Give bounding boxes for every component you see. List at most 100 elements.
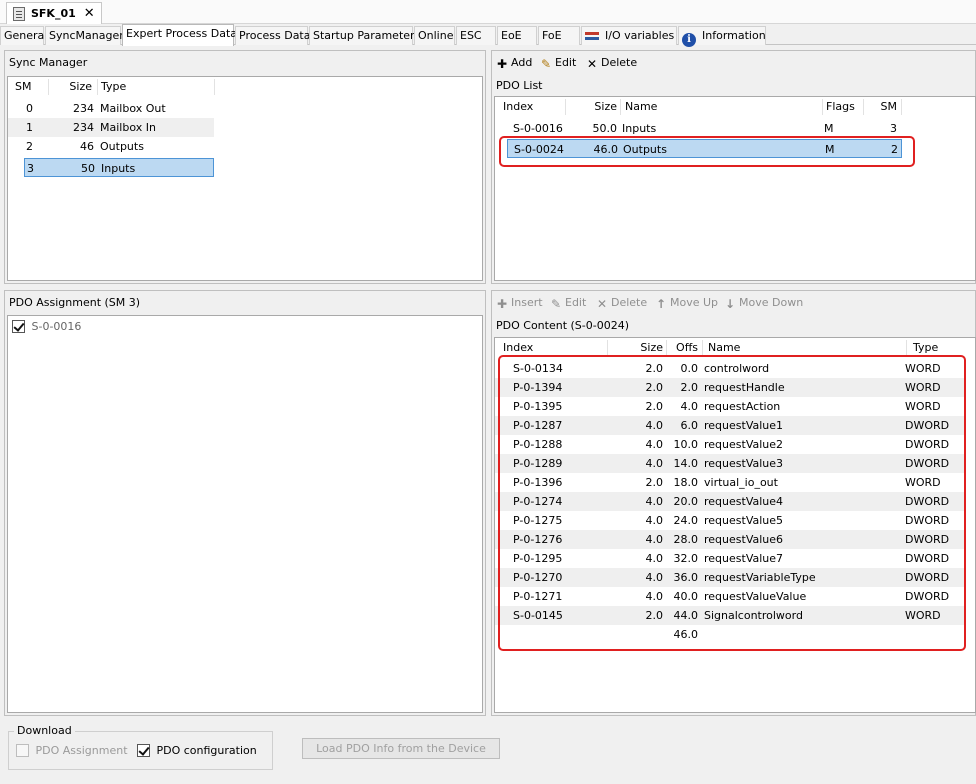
table-row[interactable]: P-0-1276 4.0 28.0 requestValue6 DWORD (495, 530, 965, 549)
table-row[interactable]: P-0-1274 4.0 20.0 requestValue4 DWORD (495, 492, 965, 511)
delete-button[interactable]: ✕ Delete (586, 54, 637, 72)
cell-offs: 14.0 (673, 457, 699, 470)
cell-name: requestValue5 (704, 514, 784, 527)
table-row[interactable]: P-0-1288 4.0 10.0 requestValue2 DWORD (495, 435, 965, 454)
column-divider (863, 99, 864, 115)
cell-type: DWORD (905, 419, 950, 432)
pdo-list[interactable]: Index Size Name Flags SM S-0-0016 50.0 I… (494, 96, 976, 281)
sync-manager-panel: Sync Manager SM Size Type 0 234 Mailbox … (4, 50, 486, 284)
table-row[interactable]: P-0-1295 4.0 32.0 requestValue7 DWORD (495, 549, 965, 568)
column-header-offs[interactable]: Offs (667, 338, 698, 358)
cell-index: P-0-1276 (513, 533, 563, 546)
cell-name: Signalcontrolword (704, 609, 803, 622)
edit-button[interactable]: ✎ Edit (540, 54, 576, 72)
tab-label: Process Data (239, 29, 311, 42)
tab-eoe[interactable]: EoE (497, 26, 537, 45)
column-header-size[interactable]: Size (610, 338, 663, 358)
cell-offs: 6.0 (680, 419, 699, 432)
delete-button[interactable]: ✕ Delete (596, 294, 647, 312)
table-row[interactable]: 0 234 Mailbox Out (8, 99, 214, 118)
column-divider (214, 79, 215, 95)
table-row[interactable]: P-0-1396 2.0 18.0 virtual_io_out WORD (495, 473, 965, 492)
cell-index: P-0-1274 (513, 495, 563, 508)
column-header-sm[interactable]: SM (867, 97, 897, 117)
column-header-name[interactable]: Name (708, 338, 858, 358)
cell-type: DWORD (905, 571, 950, 584)
insert-button[interactable]: ✚ Insert (496, 294, 543, 312)
table-row[interactable]: P-0-1275 4.0 24.0 requestValue5 DWORD (495, 511, 965, 530)
table-row[interactable]: S-0-0145 2.0 44.0 Signalcontrolword WORD (495, 606, 965, 625)
list-item[interactable]: S-0-0016 (12, 317, 312, 336)
column-header-size[interactable]: Size (50, 77, 92, 97)
table-row-selected[interactable]: S-0-0024 46.0 Outputs M 2 (507, 139, 902, 158)
table-row[interactable]: S-0-0134 2.0 0.0 controlword WORD (495, 359, 965, 378)
pdo-assignment-checkbox[interactable] (16, 744, 29, 757)
add-button[interactable]: ✚ Add (496, 54, 532, 72)
cell-name: requestValue2 (704, 438, 784, 451)
column-header-size[interactable]: Size (567, 97, 617, 117)
document-tab[interactable]: SFK_01 ✕ (6, 2, 102, 24)
tab-online[interactable]: Online (414, 26, 455, 45)
table-row[interactable]: P-0-1271 4.0 40.0 requestValueValue DWORD (495, 587, 965, 606)
column-divider (620, 99, 621, 115)
table-row[interactable]: 2 46 Outputs (8, 137, 214, 156)
table-row[interactable]: P-0-1394 2.0 2.0 requestHandle WORD (495, 378, 965, 397)
cell-offs: 32.0 (673, 552, 699, 565)
table-row[interactable]: 1 234 Mailbox In (8, 118, 214, 137)
panel-title: Sync Manager (9, 56, 88, 69)
cell-index: P-0-1289 (513, 457, 563, 470)
cell-size: 50.0 (592, 122, 618, 135)
tab-startup-parameters[interactable]: Startup Parameters (309, 26, 420, 45)
cell-offs: 4.0 (680, 400, 699, 413)
close-icon[interactable]: ✕ (84, 6, 95, 21)
cell-size: 4.0 (645, 438, 664, 451)
tab-label: General (4, 29, 48, 42)
info-icon: i (682, 33, 696, 47)
table-row[interactable]: P-0-1395 2.0 4.0 requestAction WORD (495, 397, 965, 416)
pdo-configuration-option[interactable]: PDO configuration (137, 744, 257, 757)
pdo-assignment-option[interactable]: PDO Assignment (16, 744, 128, 757)
cell-type: WORD (905, 609, 941, 622)
table-row[interactable]: P-0-1289 4.0 14.0 requestValue3 DWORD (495, 454, 965, 473)
cell-flags: M (825, 143, 835, 156)
pdo-configuration-checkbox[interactable] (137, 744, 150, 757)
column-header-sm[interactable]: SM (15, 77, 45, 97)
table-row[interactable]: 46.0 (495, 625, 965, 644)
edit-button[interactable]: ✎ Edit (550, 294, 586, 312)
column-header-index[interactable]: Index (503, 338, 583, 358)
tab-foe[interactable]: FoE (538, 26, 580, 45)
table-row[interactable]: P-0-1270 4.0 36.0 requestVariableType DWORD (495, 568, 965, 587)
tab-information[interactable]: i Information (678, 26, 766, 47)
sync-manager-list[interactable]: SM Size Type 0 234 Mailbox Out 1 234 Mai… (7, 76, 483, 281)
tab-esc[interactable]: ESC (456, 26, 496, 45)
pdo-assignment-list: S-0-0016 (7, 315, 483, 713)
cell-name: controlword (704, 362, 770, 375)
table-row-selected[interactable]: 3 50 Inputs (24, 158, 214, 177)
tab-label: Online (418, 29, 454, 42)
cell-sm: 3 (890, 122, 897, 135)
pdo-content-table[interactable]: Index Size Offs Name Type S-0-0134 2.0 0.0… (494, 337, 976, 713)
table-row[interactable]: S-0-0016 50.0 Inputs M 3 (495, 119, 901, 138)
table-row[interactable]: P-0-1287 4.0 6.0 requestValue1 DWORD (495, 416, 965, 435)
column-header-index[interactable]: Index (503, 97, 563, 117)
tab-expert-process-data[interactable]: Expert Process Data (122, 24, 237, 46)
column-header-name[interactable]: Name (625, 97, 805, 117)
tab-io-variables[interactable]: I/O variables (581, 26, 677, 45)
cell-size: 4.0 (645, 457, 664, 470)
tab-syncmanager[interactable]: SyncManager (45, 26, 124, 45)
pdo-assignment-checkbox[interactable] (12, 320, 25, 333)
cell-type: WORD (905, 400, 941, 413)
column-header-type[interactable]: Type (913, 338, 963, 358)
tab-general[interactable]: General (0, 26, 48, 45)
move-down-button[interactable]: ↓ Move Down (724, 294, 803, 312)
load-pdo-info-button[interactable]: Load PDO Info from the Device (302, 738, 500, 759)
cell-index: S-0-0024 (514, 143, 564, 156)
tab-process-data[interactable]: Process Data (235, 26, 311, 45)
cell-type: Outputs (100, 140, 144, 153)
move-up-button[interactable]: ↑ Move Up (655, 294, 718, 312)
cell-type: DWORD (905, 438, 950, 451)
pdo-content-panel: ✚ Insert ✎ Edit ✕ Delete ↑ Move Up ↓ Move Dow… (491, 290, 976, 716)
column-header-type[interactable]: Type (101, 77, 201, 97)
column-header-flags[interactable]: Flags (826, 97, 861, 117)
delete-label: Delete (611, 296, 648, 309)
